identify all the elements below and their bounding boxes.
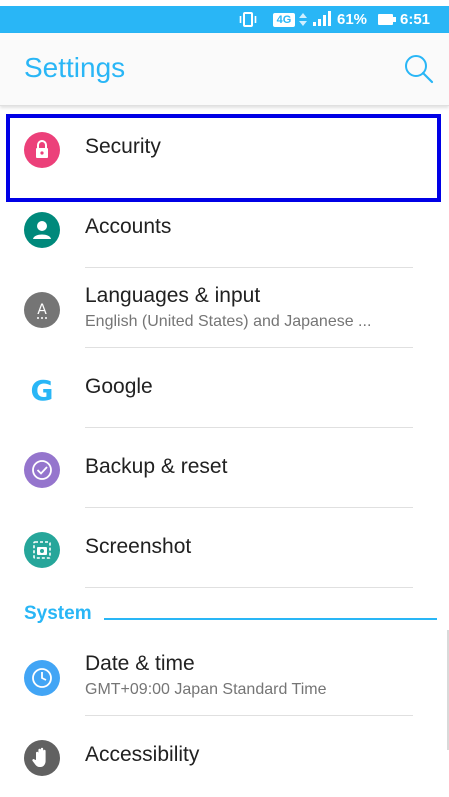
svg-text:A: A [37,302,47,318]
section-title: System [24,603,92,624]
app-bar: Settings [0,33,449,106]
settings-item-label: Security [85,135,161,158]
settings-item-subtitle: English (United States) and Japanese ... [85,313,372,330]
settings-item-label: Date & time [85,652,195,675]
section-header-system: System [0,588,449,636]
clock-time: 6:51 PM [400,11,431,47]
settings-list: Security Accounts A Languages & input En… [0,108,449,796]
settings-item-label: Screenshot [85,535,192,558]
settings-item-languages[interactable]: A Languages & input English (United Stat… [0,268,449,348]
settings-item-screenshot[interactable]: Screenshot [0,508,449,588]
search-button[interactable] [401,51,437,87]
settings-item-accessibility[interactable]: Accessibility [0,716,449,796]
battery-icon [378,10,396,29]
page-title: Settings [24,52,126,83]
google-icon: G [24,372,60,408]
settings-item-accounts[interactable]: Accounts [0,188,449,268]
settings-item-label: Accessibility [85,743,200,766]
settings-item-label: Backup & reset [85,455,228,478]
settings-item-security[interactable]: Security [0,108,449,202]
data-activity-icon [298,10,308,29]
settings-item-label: Google [85,375,153,398]
language-icon: A [24,292,60,328]
settings-item-label: Accounts [85,215,172,238]
settings-item-date-time[interactable]: Date & time GMT+09:00 Japan Standard Tim… [0,636,449,716]
battery-percent: 61% [337,11,368,28]
search-icon [405,55,434,84]
vibrate-icon [239,10,257,29]
clock-icon [24,660,60,696]
svg-text:G: G [31,374,54,407]
lock-icon [24,132,60,168]
person-icon [24,212,60,248]
backup-icon [24,452,60,488]
settings-item-google[interactable]: G Google [0,348,449,428]
settings-item-label: Languages & input [85,284,261,307]
screenshot-icon [24,532,60,568]
signal-icon [312,10,332,29]
hand-icon [24,740,60,776]
settings-item-backup-reset[interactable]: Backup & reset [0,428,449,508]
status-bar: 4G 61% 6:51 PM [0,6,449,47]
section-divider [104,618,437,620]
settings-item-subtitle: GMT+09:00 Japan Standard Time [85,681,327,698]
network-type-badge: 4G [273,13,295,27]
